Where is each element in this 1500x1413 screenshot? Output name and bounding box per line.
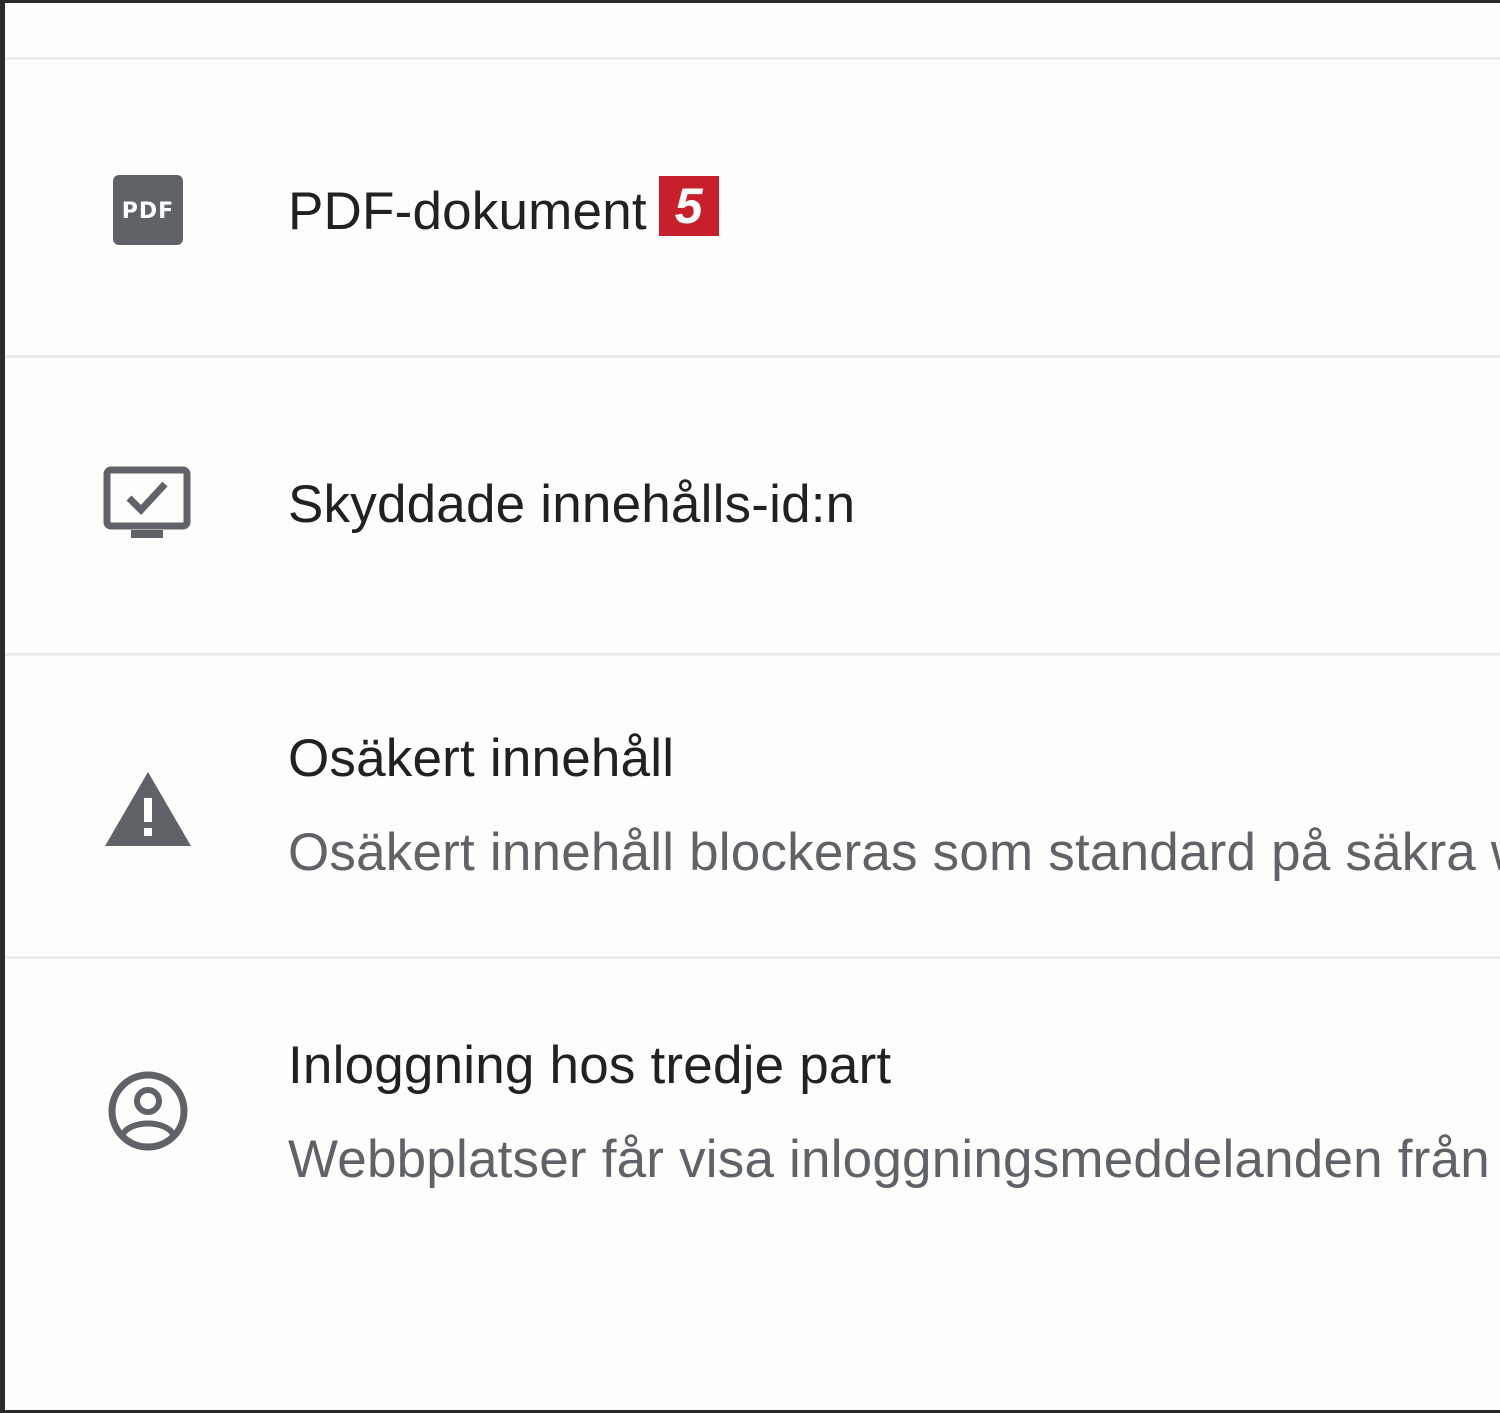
account-circle-icon xyxy=(103,1066,193,1156)
settings-row-insecure-content[interactable]: Osäkert innehåll Osäkert innehåll blocke… xyxy=(5,656,1500,956)
settings-row-pdf-documents[interactable]: PDF PDF-dokument 5 xyxy=(5,60,1500,355)
settings-row-third-party-sign-in[interactable]: Inloggning hos tredje part Webbplatser f… xyxy=(5,959,1500,1259)
content-settings-panel: PDF PDF-dokument 5 Skyddade innehålls-id:… xyxy=(0,0,1500,1413)
settings-row-description: Osäkert innehåll blockeras som standard … xyxy=(288,823,1500,882)
settings-row-description: Webbplatser får visa inloggningsmeddelan… xyxy=(288,1130,1500,1189)
settings-row-title: PDF-dokument 5 xyxy=(288,176,719,242)
settings-row-protected-content-ids[interactable]: Skyddade innehålls-id:n xyxy=(5,358,1500,653)
warning-icon xyxy=(103,766,193,856)
protected-content-icon xyxy=(103,458,193,548)
pdf-icon: PDF xyxy=(103,163,193,253)
settings-row-title: Osäkert innehåll xyxy=(288,729,675,788)
annotation-badge: 5 xyxy=(658,176,719,236)
svg-text:PDF: PDF xyxy=(122,199,174,224)
settings-row-title: Skyddade innehålls-id:n xyxy=(288,475,856,534)
settings-row-title: Inloggning hos tredje part xyxy=(288,1036,892,1095)
